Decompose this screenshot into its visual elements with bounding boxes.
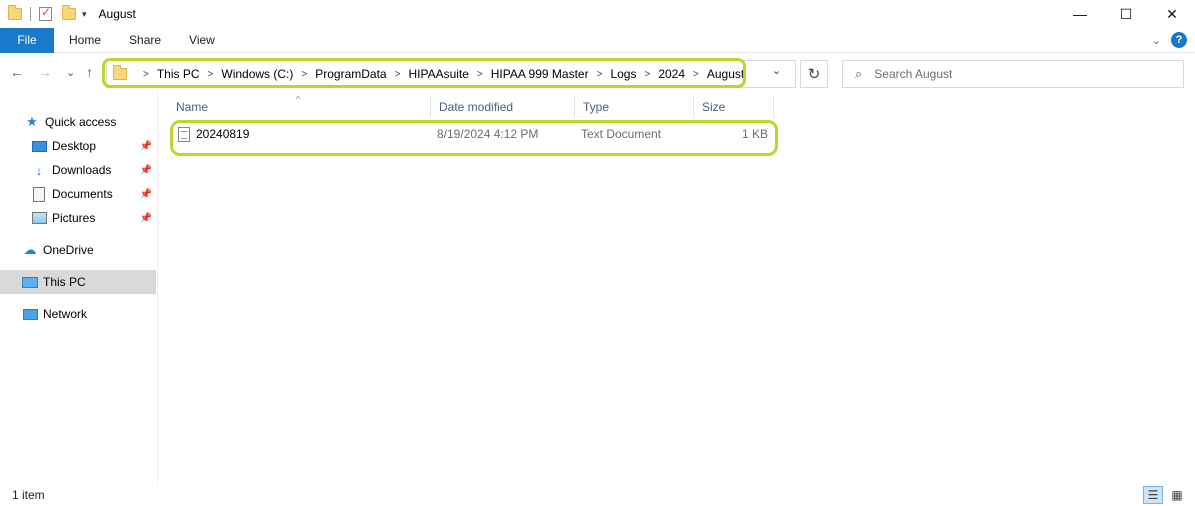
- title-bar: ▾ August — ☐ ✕: [0, 0, 1195, 28]
- minimize-button[interactable]: —: [1057, 0, 1103, 28]
- pin-icon[interactable]: 📌: [140, 141, 152, 152]
- item-count: 1 item: [12, 488, 45, 502]
- sidebar-item-label: Downloads: [52, 163, 112, 177]
- properties-icon[interactable]: [39, 5, 52, 21]
- sidebar-item-label: Desktop: [52, 139, 97, 153]
- ribbon-right: ⌄ ?: [1152, 32, 1187, 48]
- up-icon[interactable]: ↑: [86, 64, 93, 80]
- back-icon[interactable]: ←: [10, 64, 24, 80]
- forward-icon[interactable]: →: [38, 64, 52, 80]
- sidebar-item-this-pc[interactable]: This PC: [0, 270, 156, 294]
- sidebar-item-onedrive[interactable]: ☁ OneDrive: [0, 238, 156, 262]
- sidebar-item-quick-access[interactable]: ★ Quick access: [0, 110, 156, 134]
- expand-ribbon-icon[interactable]: ⌄: [1152, 34, 1161, 47]
- column-header-date-modified[interactable]: Date modified: [431, 96, 575, 118]
- tab-file[interactable]: File: [0, 27, 54, 53]
- maximize-button[interactable]: ☐: [1103, 0, 1149, 28]
- sidebar-item-label: Network: [43, 307, 88, 321]
- customize-toolbar-icon[interactable]: ▾: [82, 9, 87, 20]
- tab-view[interactable]: View: [175, 28, 229, 53]
- sidebar-item-label: Documents: [52, 187, 113, 201]
- sidebar-item-network[interactable]: Network: [0, 302, 156, 326]
- search-input[interactable]: [874, 67, 1175, 81]
- network-icon: [22, 308, 38, 320]
- address-highlight-annotation: [102, 58, 746, 88]
- pictures-icon: [31, 212, 47, 224]
- documents-icon: [33, 186, 45, 202]
- sidebar-item-label: Quick access: [45, 115, 117, 129]
- large-icons-view-icon[interactable]: ▦: [1167, 486, 1187, 504]
- recent-locations-icon[interactable]: ⌄: [66, 66, 75, 79]
- tab-home[interactable]: Home: [54, 28, 115, 53]
- ribbon-tabs: File Home Share View ⌄ ?: [0, 27, 1195, 53]
- toolbar-separator: [30, 7, 31, 21]
- sidebar-item-desktop[interactable]: Desktop 📌: [0, 134, 156, 158]
- desktop-icon: [31, 140, 47, 152]
- address-dropdown-icon[interactable]: ⌄: [772, 64, 781, 77]
- close-button[interactable]: ✕: [1149, 0, 1195, 28]
- pane-divider[interactable]: [157, 92, 158, 484]
- navigation-bar: ← → ⌄ ↑ > This PC > Windows (C:) > Progr…: [0, 56, 1195, 90]
- window-controls: — ☐ ✕: [1057, 0, 1195, 28]
- cloud-icon: ☁: [23, 242, 37, 257]
- search-icon: ⌕: [855, 66, 863, 81]
- navigation-pane: ★ Quick access Desktop 📌 ↓ Downloads 📌 D…: [0, 110, 156, 480]
- pin-icon[interactable]: 📌: [140, 165, 152, 176]
- pin-icon[interactable]: 📌: [140, 189, 152, 200]
- refresh-icon: ↻: [807, 66, 821, 83]
- refresh-button[interactable]: ↻: [800, 60, 828, 88]
- sidebar-item-label: This PC: [43, 275, 86, 289]
- details-view-icon[interactable]: ☰: [1143, 486, 1163, 504]
- folder-icon[interactable]: [8, 5, 22, 20]
- star-icon: ★: [26, 114, 38, 129]
- window-title: August: [98, 7, 136, 21]
- sidebar-item-label: Pictures: [52, 211, 96, 225]
- sidebar-item-downloads[interactable]: ↓ Downloads 📌: [0, 158, 156, 182]
- new-folder-icon[interactable]: [62, 5, 76, 20]
- help-icon[interactable]: ?: [1171, 32, 1187, 48]
- computer-icon: [22, 276, 38, 288]
- search-box[interactable]: ⌕: [842, 60, 1184, 88]
- sidebar-item-label: OneDrive: [43, 243, 94, 257]
- column-header-name[interactable]: Name: [168, 96, 431, 118]
- row-highlight-annotation: [170, 120, 778, 156]
- view-switcher: ☰ ▦: [1143, 486, 1187, 504]
- status-bar: 1 item ☰ ▦: [0, 484, 1195, 506]
- column-header-size[interactable]: Size: [694, 96, 774, 118]
- sidebar-item-pictures[interactable]: Pictures 📌: [0, 206, 156, 230]
- sidebar-item-documents[interactable]: Documents 📌: [0, 182, 156, 206]
- tab-share[interactable]: Share: [115, 28, 175, 53]
- downloads-icon: ↓: [35, 162, 43, 178]
- quick-access-toolbar: ▾: [0, 5, 87, 21]
- column-header-type[interactable]: Type: [575, 96, 694, 118]
- pin-icon[interactable]: 📌: [140, 213, 152, 224]
